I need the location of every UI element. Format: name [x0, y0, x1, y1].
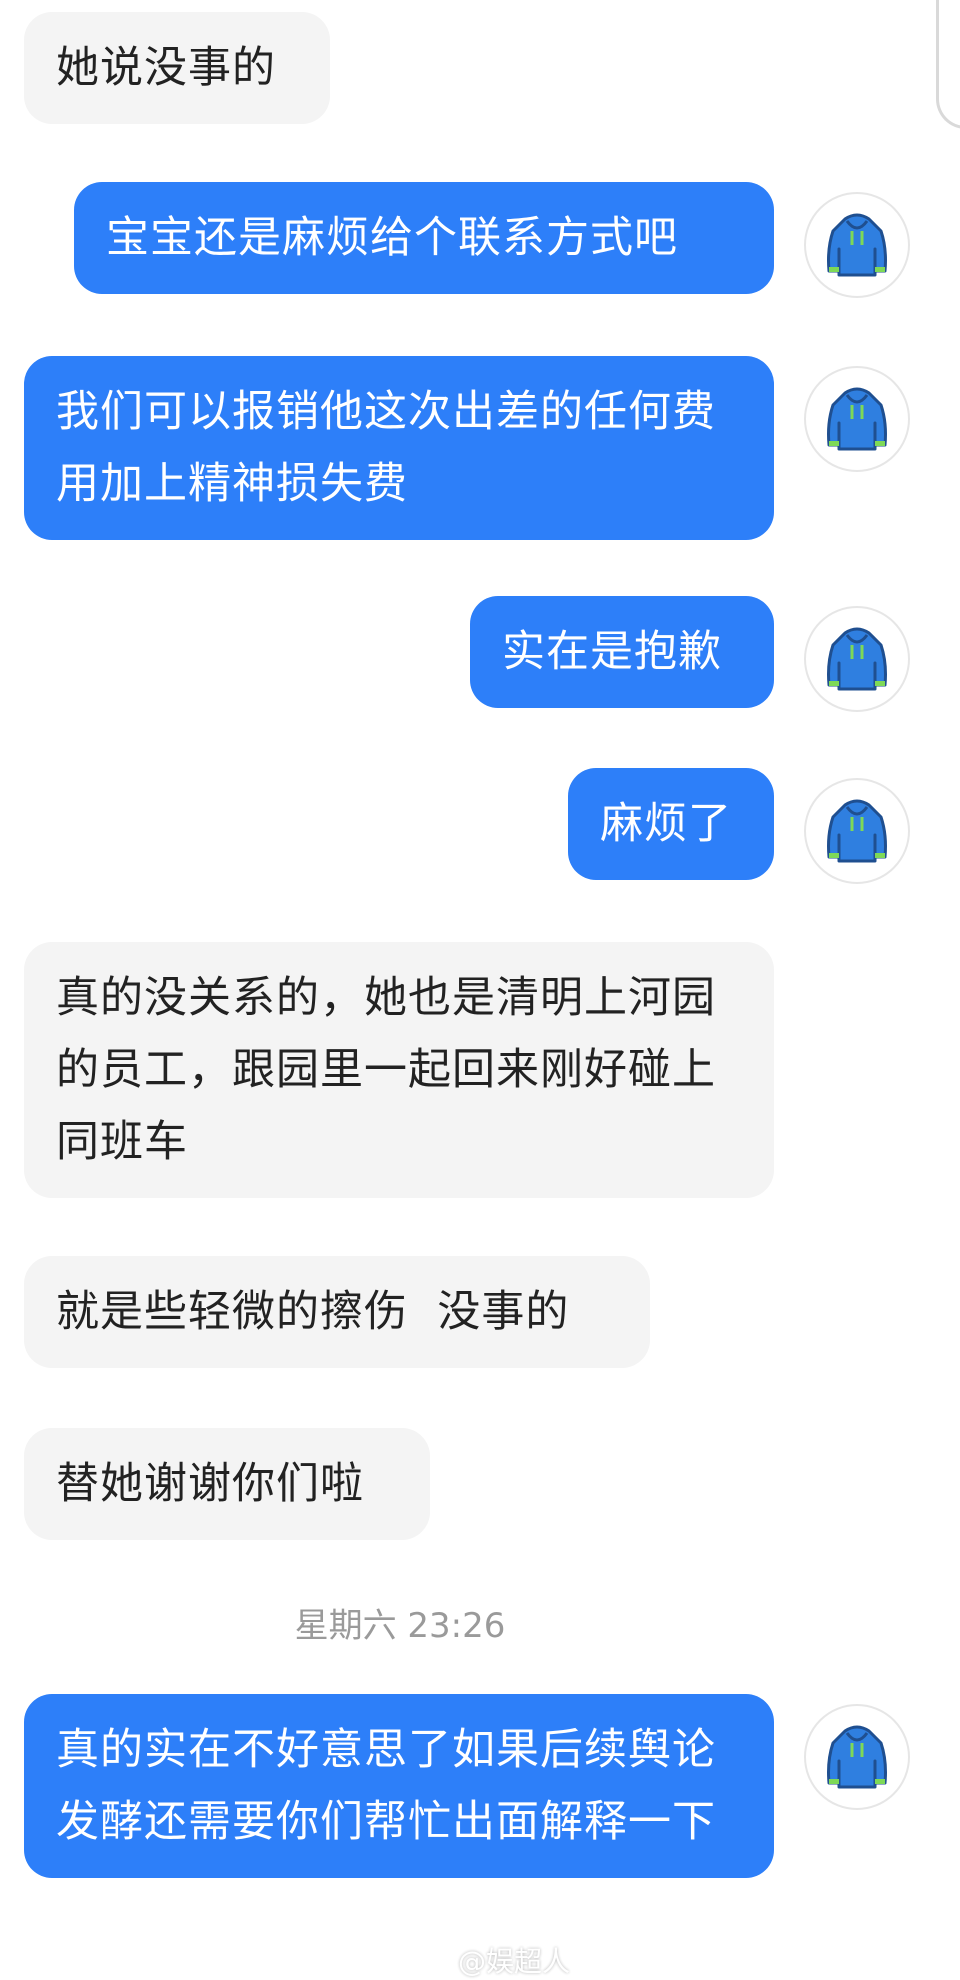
watermark: @娱超人 [418, 1940, 570, 1980]
hoodie-icon [827, 1725, 887, 1789]
outgoing-message[interactable]: 实在是抱歉 [470, 596, 774, 708]
avatar[interactable] [804, 192, 910, 298]
outgoing-message[interactable]: 麻烦了 [568, 768, 774, 880]
incoming-message[interactable]: 替她谢谢你们啦 [24, 1428, 430, 1540]
incoming-message[interactable]: 她说没事的 [24, 12, 330, 124]
chat-view: 她说没事的 宝宝还是麻烦给个联系方式吧 我们可以报销他这次出差的任何费用加上精神… [0, 0, 960, 1980]
avatar[interactable] [804, 778, 910, 884]
scrollbar-edge[interactable] [936, 0, 960, 129]
outgoing-message[interactable]: 真的实在不好意思了如果后续舆论发酵还需要你们帮忙出面解释一下 [24, 1694, 774, 1878]
avatar[interactable] [804, 366, 910, 472]
hoodie-icon [827, 213, 887, 277]
watermark-text: @娱超人 [458, 1945, 571, 1978]
weibo-icon [418, 1948, 451, 1974]
hoodie-icon [827, 387, 887, 451]
avatar[interactable] [804, 606, 910, 712]
incoming-message[interactable]: 真的没关系的，她也是清明上河园的员工，跟园里一起回来刚好碰上同班车 [24, 942, 774, 1198]
outgoing-message[interactable]: 我们可以报销他这次出差的任何费用加上精神损失费 [24, 356, 774, 540]
hoodie-icon [827, 627, 887, 691]
incoming-message[interactable]: 就是些轻微的擦伤 没事的 [24, 1256, 650, 1368]
outgoing-message[interactable]: 宝宝还是麻烦给个联系方式吧 [74, 182, 774, 294]
message-timestamp: 星期六 23:26 [294, 1606, 506, 1646]
hoodie-icon [827, 799, 887, 863]
avatar[interactable] [804, 1704, 910, 1810]
